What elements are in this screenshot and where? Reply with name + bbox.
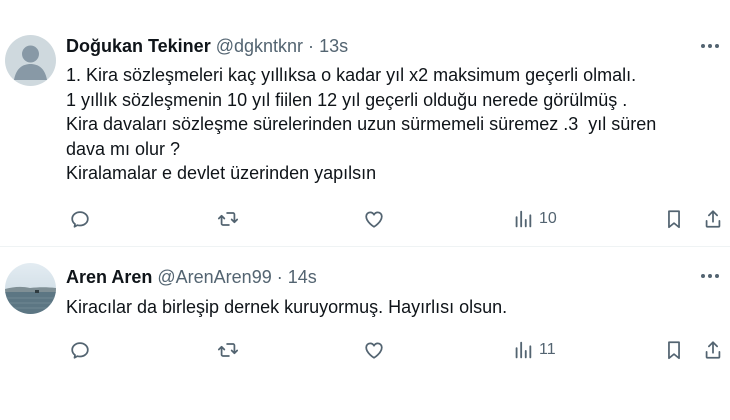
- like-button[interactable]: [363, 207, 385, 231]
- views-count: 11: [539, 341, 556, 358]
- reply-button[interactable]: [69, 207, 91, 231]
- avatar-default[interactable]: [5, 35, 56, 86]
- separator-dot: ·: [308, 36, 315, 56]
- bookmark-button[interactable]: [664, 207, 684, 231]
- views-icon: [515, 210, 532, 228]
- timestamp[interactable]: 13s: [319, 36, 348, 56]
- avatar[interactable]: [5, 263, 56, 314]
- reply-button[interactable]: [69, 338, 91, 362]
- author-name[interactable]: Doğukan Tekiner: [66, 36, 211, 56]
- tweet-header: Aren Aren @ArenAren99 · 14s: [66, 266, 317, 288]
- like-icon: [365, 211, 383, 228]
- tweet-text-line: Kira davaları sözleşme sürelerinden uzun…: [66, 114, 657, 134]
- author-name[interactable]: Aren Aren: [66, 267, 152, 287]
- retweet-button[interactable]: [216, 207, 240, 231]
- retweet-icon: [217, 212, 239, 226]
- more-options-icon[interactable]: [698, 38, 722, 54]
- views-button[interactable]: 11: [513, 338, 556, 362]
- bookmark-icon: [668, 341, 680, 360]
- share-button[interactable]: [703, 338, 723, 362]
- timestamp[interactable]: 14s: [288, 267, 317, 287]
- tweet-text-line: dava mı olur ?: [66, 138, 181, 159]
- author-handle[interactable]: @dgkntknr: [216, 36, 303, 56]
- like-button[interactable]: [363, 338, 385, 362]
- separator-dot: ·: [276, 267, 283, 287]
- share-button[interactable]: [703, 207, 723, 231]
- reply-icon: [71, 342, 89, 359]
- bookmark-button[interactable]: [664, 338, 684, 362]
- views-button[interactable]: 10: [513, 207, 557, 231]
- tweet[interactable]: Aren Aren @ArenAren99 · 14s Kiracılar da…: [0, 248, 730, 420]
- tweet-text-line: Kiracılar da birleşip dernek kuruyormuş.…: [66, 297, 508, 317]
- retweet-icon: [217, 343, 239, 357]
- tweet-text: Kiracılar da birleşip dernek kuruyormuş.…: [66, 295, 706, 320]
- tweet-text: 1. Kira sözleşmeleri kaç yıllıksa o kada…: [66, 63, 716, 186]
- share-icon: [705, 341, 721, 359]
- more-options-icon[interactable]: [698, 268, 722, 284]
- views-count: 10: [539, 210, 557, 227]
- bookmark-icon: [668, 210, 680, 229]
- tweet-header: Doğukan Tekiner @dgkntknr · 13s: [66, 35, 348, 57]
- share-icon: [705, 210, 721, 228]
- retweet-button[interactable]: [216, 338, 240, 362]
- reply-icon: [71, 211, 89, 228]
- like-icon: [365, 342, 383, 359]
- tweet-text-line: Kiralamalar e devlet üzerinden yapılsın: [66, 163, 377, 183]
- action-bar: 11: [0, 338, 730, 362]
- tweet-text-line: 1. Kira sözleşmeleri kaç yıllıksa o kada…: [66, 65, 637, 85]
- tweet-text-line: 1 yıllık sözleşmenin 10 yıl fiilen 12 yı…: [66, 89, 628, 110]
- tweet[interactable]: Doğukan Tekiner @dgkntknr · 13s 1. Kira …: [0, 0, 730, 247]
- views-icon: [515, 341, 532, 359]
- action-bar: 10: [0, 207, 730, 231]
- author-handle[interactable]: @ArenAren99: [157, 267, 271, 287]
